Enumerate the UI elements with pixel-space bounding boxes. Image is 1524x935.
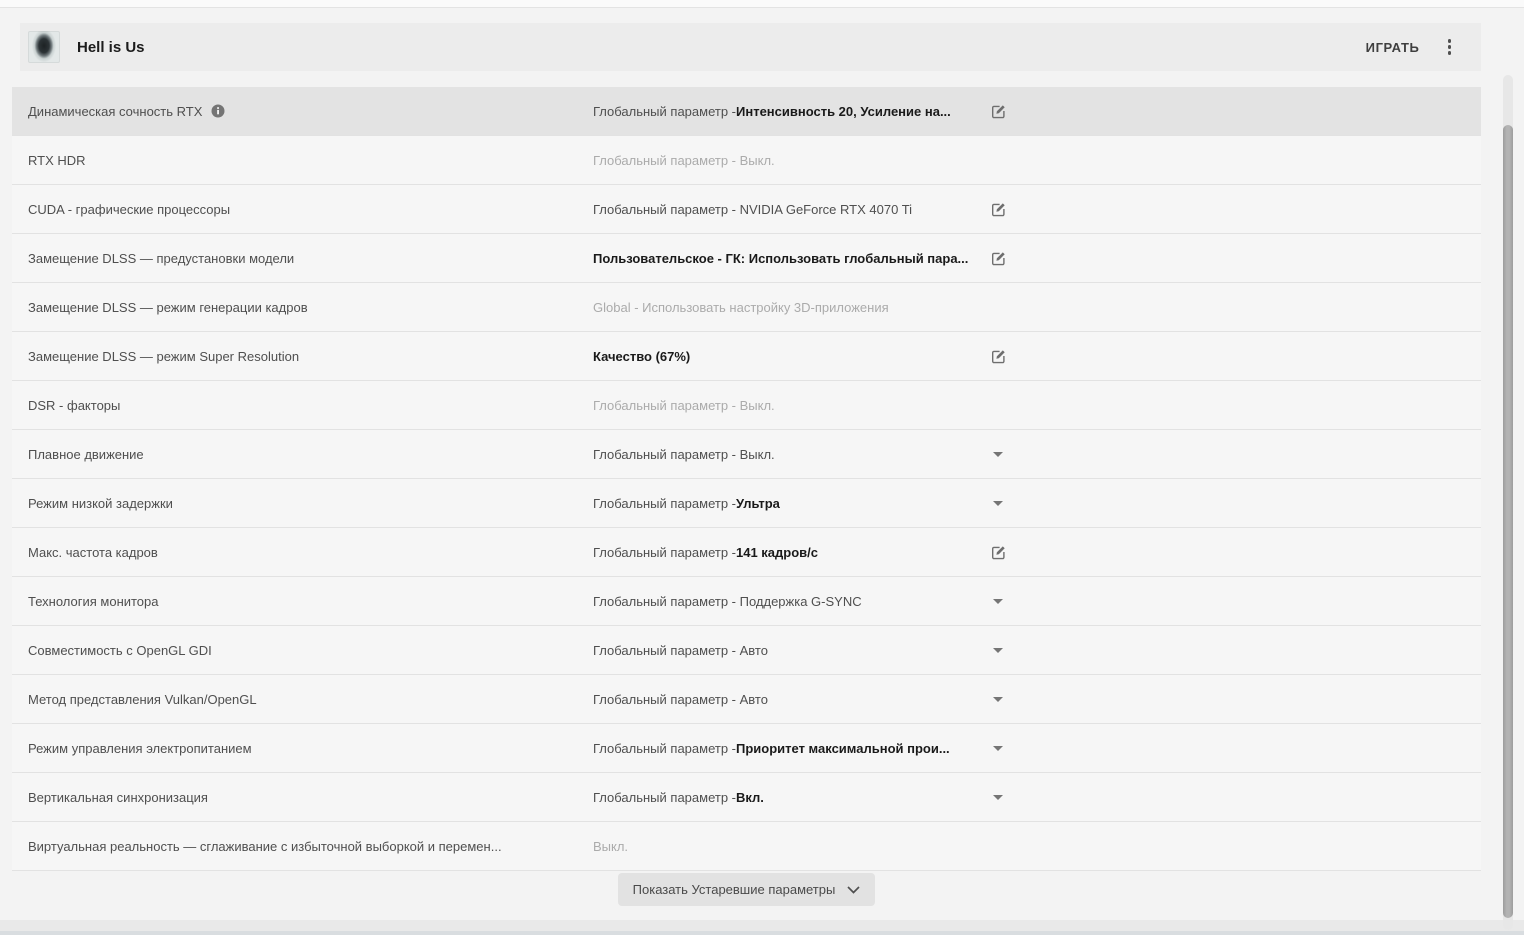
chevron-down-icon[interactable] [993,501,1003,506]
kebab-menu-icon[interactable] [1444,35,1456,59]
setting-value-prefix: Global - Использовать настройку 3D-прило… [593,300,889,315]
setting-value-strong: Интенсивность 20, Усиление на... [736,104,951,119]
setting-value: Глобальный параметр - Выкл. [593,430,981,478]
setting-value: Глобальный параметр - Приоритет максимал… [593,724,981,772]
setting-row[interactable]: CUDA - графические процессоры Глобальный… [12,185,1481,234]
setting-value: Выкл. [593,822,981,870]
setting-row[interactable]: Режим низкой задержки Глобальный парамет… [12,479,1481,528]
scrollbar-track[interactable] [1503,75,1513,930]
chevron-down-icon[interactable] [993,795,1003,800]
setting-value: Глобальный параметр - Ультра [593,479,981,527]
setting-row[interactable]: Совместимость с OpenGL GDI Глобальный па… [12,626,1481,675]
setting-label: Динамическая сочность RTX [28,104,202,119]
setting-value-prefix: Глобальный параметр - Авто [593,692,768,707]
setting-value: Глобальный параметр - Выкл. [593,381,981,429]
setting-value: Global - Использовать настройку 3D-прило… [593,283,981,331]
setting-label: Режим низкой задержки [28,496,173,511]
setting-value-prefix: Глобальный параметр - [593,104,736,119]
setting-value-prefix: Выкл. [593,839,628,854]
setting-value-prefix: Глобальный параметр - Поддержка G-SYNC [593,594,862,609]
setting-value-strong: 141 кадров/с [736,545,818,560]
setting-label: Виртуальная реальность — сглаживание с и… [28,839,502,854]
setting-value-prefix: Глобальный параметр - Выкл. [593,153,775,168]
setting-value: Глобальный параметр - 141 кадров/с [593,528,981,576]
setting-row[interactable]: Замещение DLSS — режим Super Resolution … [12,332,1481,381]
setting-value-prefix: Глобальный параметр - Авто [593,643,768,658]
chevron-down-icon[interactable] [993,746,1003,751]
setting-row[interactable]: Технология монитора Глобальный параметр … [12,577,1481,626]
setting-value-prefix: Глобальный параметр - [593,496,736,511]
setting-row[interactable]: Метод представления Vulkan/OpenGL Глобал… [12,675,1481,724]
setting-value-prefix: Глобальный параметр - [593,741,736,756]
setting-value: Глобальный параметр - NVIDIA GeForce RTX… [593,185,981,233]
setting-label: Технология монитора [28,594,159,609]
edit-icon[interactable] [988,101,1009,122]
setting-value-prefix: Глобальный параметр - NVIDIA GeForce RTX… [593,202,912,217]
setting-label: Совместимость с OpenGL GDI [28,643,212,658]
setting-label: Режим управления электропитанием [28,741,252,756]
game-thumbnail [28,31,60,63]
chevron-down-icon[interactable] [993,599,1003,604]
game-title: Hell is Us [77,39,145,56]
setting-value-prefix: Глобальный параметр - [593,790,736,805]
chevron-down-icon[interactable] [993,648,1003,653]
setting-label: Замещение DLSS — предустановки модели [28,251,294,266]
chevron-down-icon[interactable] [993,452,1003,457]
play-button[interactable]: ИГРАТЬ [1366,40,1420,55]
setting-value-prefix: Глобальный параметр - Выкл. [593,398,775,413]
setting-row[interactable]: Замещение DLSS — предустановки модели По… [12,234,1481,283]
game-header: Hell is Us ИГРАТЬ [20,23,1481,71]
chevron-down-icon [847,886,860,894]
setting-label: Метод представления Vulkan/OpenGL [28,692,257,707]
setting-value: Глобальный параметр - Авто [593,626,981,674]
setting-label: Макс. частота кадров [28,545,158,560]
setting-value: Пользовательское - ГК: Использовать глоб… [593,234,981,282]
setting-row[interactable]: Динамическая сочность RTX Глобальный пар… [12,87,1481,136]
edit-icon[interactable] [988,346,1009,367]
edit-icon[interactable] [988,542,1009,563]
setting-label: Замещение DLSS — режим генерации кадров [28,300,308,315]
bottom-strip [0,920,1524,935]
setting-value-strong: Вкл. [736,790,764,805]
setting-label: RTX HDR [28,153,86,168]
top-divider [0,0,1524,8]
setting-value-prefix: Глобальный параметр - [593,545,736,560]
show-legacy-settings-button[interactable]: Показать Устаревшие параметры [618,873,876,906]
setting-row[interactable]: Плавное движение Глобальный параметр - В… [12,430,1481,479]
setting-row[interactable]: RTX HDR Глобальный параметр - Выкл. [12,136,1481,185]
setting-row[interactable]: Замещение DLSS — режим генерации кадров … [12,283,1481,332]
setting-value: Качество (67%) [593,332,981,380]
edit-icon[interactable] [988,248,1009,269]
setting-label: Замещение DLSS — режим Super Resolution [28,349,299,364]
setting-value: Глобальный параметр - Поддержка G-SYNC [593,577,981,625]
setting-label: DSR - факторы [28,398,120,413]
setting-row[interactable]: Вертикальная синхронизация Глобальный па… [12,773,1481,822]
setting-label: CUDA - графические процессоры [28,202,230,217]
setting-value: Глобальный параметр - Авто [593,675,981,723]
setting-row[interactable]: Макс. частота кадров Глобальный параметр… [12,528,1481,577]
setting-value-prefix: Глобальный параметр - Выкл. [593,447,775,462]
setting-row[interactable]: DSR - факторы Глобальный параметр - Выкл… [12,381,1481,430]
setting-row[interactable]: Режим управления электропитанием Глобаль… [12,724,1481,773]
setting-value: Глобальный параметр - Интенсивность 20, … [593,87,981,135]
settings-list: Динамическая сочность RTX Глобальный пар… [12,87,1481,871]
edit-icon[interactable] [988,199,1009,220]
setting-label: Вертикальная синхронизация [28,790,208,805]
setting-value: Глобальный параметр - Вкл. [593,773,981,821]
scrollbar-thumb[interactable] [1503,125,1513,918]
setting-value: Глобальный параметр - Выкл. [593,136,981,184]
info-icon[interactable] [211,104,225,118]
setting-value-strong: Ультра [736,496,780,511]
show-legacy-settings-label: Показать Устаревшие параметры [633,882,836,897]
setting-value-strong: Пользовательское - ГК: Использовать глоб… [593,251,968,266]
setting-row[interactable]: Виртуальная реальность — сглаживание с и… [12,822,1481,871]
setting-value-strong: Приоритет максимальной прои... [736,741,950,756]
setting-value-strong: Качество (67%) [593,349,690,364]
setting-label: Плавное движение [28,447,144,462]
chevron-down-icon[interactable] [993,697,1003,702]
